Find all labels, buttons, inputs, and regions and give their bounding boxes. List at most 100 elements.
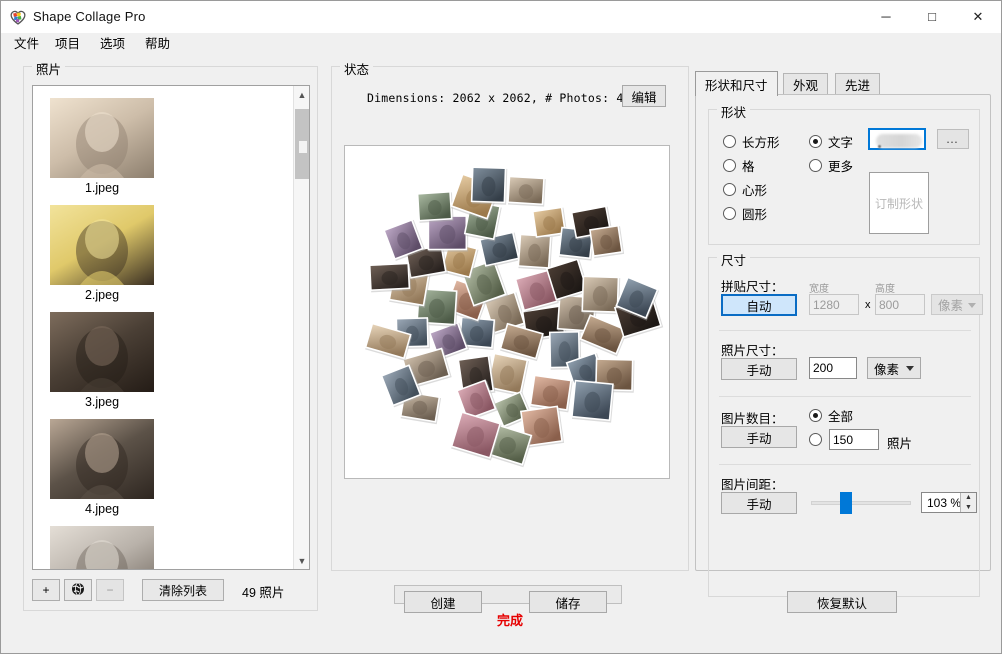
scroll-down-icon[interactable]: ▼ — [294, 552, 310, 569]
photo-spacing-mode-button[interactable]: 手动 — [721, 492, 797, 514]
divider-3 — [719, 464, 971, 465]
collage-size-label: 拼贴尺寸： — [721, 276, 784, 295]
collage-unit-combo[interactable]: 像素 — [931, 294, 983, 315]
radio-rectangle-label: 长方形 — [742, 132, 780, 151]
photo-list-scrollbar[interactable]: ▲ ▼ — [293, 86, 309, 569]
spacing-slider-track[interactable] — [811, 501, 911, 505]
dimensions-label: Dimensions: 2062 x 2062, # Photos: 49 — [367, 91, 631, 105]
add-photos-button[interactable]: + — [32, 579, 60, 601]
radio-custom-count-dot — [809, 433, 822, 446]
title-bar: Shape Collage Pro ─ □ ✕ — [1, 1, 1001, 33]
photo-list-toolbar: + − 清除列表 49 照片 — [32, 579, 312, 603]
photo-list-item[interactable]: 5.jpeg — [41, 526, 163, 570]
custom-shape-dropzone[interactable]: 订制形状 — [869, 172, 929, 234]
edit-button[interactable]: 编辑 — [622, 85, 666, 107]
collage-photo — [571, 380, 615, 423]
menu-file[interactable]: 文件 — [7, 35, 46, 54]
photo-list-item[interactable]: 4.jpeg — [41, 419, 163, 516]
minimize-button[interactable]: ─ — [863, 1, 909, 32]
menu-help[interactable]: 帮助 — [138, 35, 177, 54]
custom-shape-placeholder: 订制形状 — [875, 195, 923, 212]
radio-heart-label: 心形 — [742, 180, 767, 199]
photo-count-input[interactable]: 150 — [829, 429, 879, 450]
shape-text-input[interactable] — [868, 128, 926, 150]
photo-list-item[interactable]: 1.jpeg — [41, 98, 163, 195]
scroll-up-icon[interactable]: ▲ — [294, 86, 310, 103]
radio-text[interactable]: 文字 — [809, 132, 853, 151]
photo-list-item[interactable]: 2.jpeg — [41, 205, 163, 302]
spacing-spinner[interactable]: 103 % ▲ ▼ — [921, 492, 977, 513]
radio-circle[interactable]: 圆形 — [723, 204, 767, 223]
spacing-slider-thumb[interactable] — [840, 492, 852, 514]
scrollbar-thumb[interactable] — [295, 109, 309, 179]
scrollbar-grip — [299, 141, 307, 153]
maximize-button[interactable]: □ — [909, 1, 955, 32]
size-group: 尺寸 拼贴尺寸： 自动 宽度 1280 x 高度 800 像素 照片尺寸： 手动… — [708, 257, 980, 597]
spacing-value: 103 % — [922, 496, 961, 510]
add-from-web-button[interactable] — [64, 579, 92, 601]
close-button[interactable]: ✕ — [955, 1, 1001, 32]
photo-size-unit-combo[interactable]: 像素 — [867, 357, 921, 379]
radio-all-photos-label: 全部 — [828, 406, 853, 425]
create-button[interactable]: 创建 — [404, 591, 482, 613]
save-button[interactable]: 储存 — [529, 591, 607, 613]
radio-custom-count[interactable] — [809, 433, 828, 446]
globe-icon — [71, 582, 85, 599]
radio-more-label: 更多 — [828, 156, 853, 175]
collage-width-input[interactable]: 1280 — [809, 294, 859, 315]
collage-photo — [369, 262, 411, 292]
collage-photo — [589, 225, 624, 259]
shape-and-size-panel: 形状 长方形 格 心形 圆形 文字 更 — [695, 94, 991, 571]
collage-preview[interactable] — [344, 145, 670, 479]
spinner-down-icon[interactable]: ▼ — [961, 503, 976, 513]
scrollbar-track[interactable] — [294, 103, 309, 552]
radio-text-label: 文字 — [828, 132, 853, 151]
status-done-label: 完成 — [332, 610, 688, 629]
photo-count-mode-button[interactable]: 手动 — [721, 426, 797, 448]
photo-count-unit-label: 照片 — [887, 433, 912, 452]
photo-thumbnail[interactable] — [50, 419, 154, 499]
tab-shape-and-size[interactable]: 形状和尺寸 — [695, 71, 778, 96]
radio-all-photos[interactable]: 全部 — [809, 406, 853, 425]
photo-list[interactable]: 1.jpeg2.jpeg3.jpeg4.jpeg5.jpeg6.jpeg7.jp… — [32, 85, 310, 570]
spinner-up-icon[interactable]: ▲ — [961, 493, 976, 503]
photo-thumbnail[interactable] — [50, 526, 154, 570]
collage-size-mode-button[interactable]: 自动 — [721, 294, 797, 316]
photo-thumbnail[interactable] — [50, 205, 154, 285]
radio-rectangle[interactable]: 长方形 — [723, 132, 780, 151]
photo-size-label: 照片尺寸： — [721, 340, 784, 359]
width-caption: 宽度 — [809, 280, 829, 295]
chevron-down-icon — [968, 303, 976, 308]
photo-thumbnail[interactable] — [50, 312, 154, 392]
tab-advanced[interactable]: 先进 — [835, 73, 880, 95]
photo-filename: 2.jpeg — [41, 288, 163, 302]
spinner-buttons[interactable]: ▲ ▼ — [960, 493, 976, 512]
photo-size-input[interactable]: 200 — [809, 357, 857, 379]
radio-more[interactable]: 更多 — [809, 156, 853, 175]
photo-thumbnail[interactable] — [50, 98, 154, 178]
photo-list-item[interactable]: 3.jpeg — [41, 312, 163, 409]
clear-list-button[interactable]: 清除列表 — [142, 579, 224, 601]
radio-grid[interactable]: 格 — [723, 156, 755, 175]
collage-photo — [417, 191, 454, 223]
radio-grid-dot — [723, 159, 736, 172]
radio-text-dot — [809, 135, 822, 148]
remove-photos-button[interactable]: − — [96, 579, 124, 601]
window-title: Shape Collage Pro — [33, 9, 146, 24]
shape-text-browse-button[interactable]: … — [937, 129, 969, 149]
radio-more-dot — [809, 159, 822, 172]
photo-size-mode-button[interactable]: 手动 — [721, 358, 797, 380]
defaults-button[interactable]: 恢复默认 — [787, 591, 897, 613]
status-panel-title: 状态 — [340, 59, 373, 78]
radio-heart[interactable]: 心形 — [723, 180, 767, 199]
menu-options[interactable]: 选项 — [93, 35, 132, 54]
shape-group: 形状 长方形 格 心形 圆形 文字 更 — [708, 109, 980, 245]
radio-circle-dot — [723, 207, 736, 220]
photo-filename: 3.jpeg — [41, 395, 163, 409]
menu-project[interactable]: 项目 — [48, 35, 87, 54]
photo-spacing-label: 图片间距： — [721, 474, 784, 493]
collage-height-input[interactable]: 800 — [875, 294, 925, 315]
tab-appearance[interactable]: 外观 — [783, 73, 828, 95]
collage-photo — [507, 176, 546, 207]
photo-filename: 4.jpeg — [41, 502, 163, 516]
